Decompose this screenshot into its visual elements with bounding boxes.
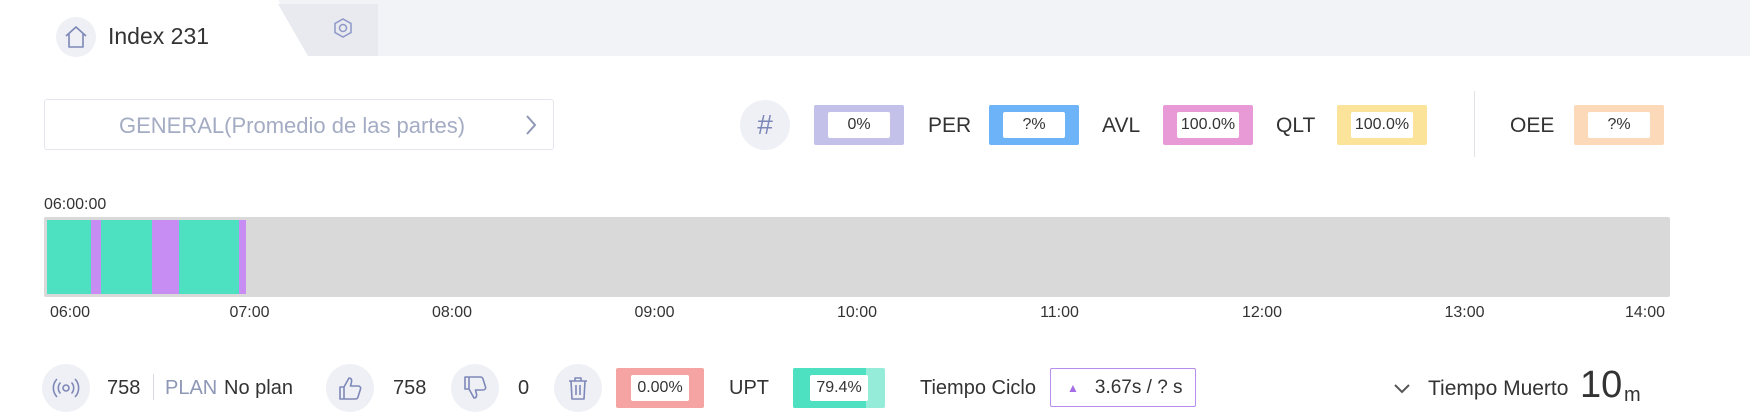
selector-label: GENERAL(Promedio de las partes) (119, 113, 466, 138)
upt-box: 79.4% (793, 368, 885, 408)
signal-icon (42, 364, 90, 412)
per-kpi-box: ?% (989, 105, 1079, 145)
plan-label: PLAN (165, 377, 218, 399)
upt-label: UPT (729, 377, 769, 399)
timeline-start-time: 06:00:00 (44, 196, 107, 213)
avl-kpi-value: 100.0% (1176, 112, 1240, 138)
chevron-right-icon (523, 113, 539, 142)
plan-value: No plan (224, 377, 293, 399)
production-timeline[interactable] (44, 217, 1670, 297)
timeline-tick-label: 09:00 (634, 304, 675, 321)
oee-label: OEE (1510, 114, 1555, 137)
timeline-tick-label: 11:00 (1040, 304, 1079, 321)
trash-icon (554, 364, 602, 412)
per-kpi-value: ?% (1003, 112, 1065, 138)
timeline-segment-stopped[interactable] (151, 220, 179, 294)
plan-divider (153, 374, 154, 400)
timeline-tick-label: 14:00 (1624, 304, 1666, 321)
scrap-rate-value: 0.00% (631, 375, 689, 401)
timeline-segment-running[interactable] (101, 220, 152, 294)
hexagon-settings-icon (332, 17, 354, 44)
produced-count: 758 (107, 377, 141, 399)
tab-bar: Index 231 (0, 0, 1750, 57)
timeline-tick-label: 07:00 (229, 304, 270, 321)
count-kpi-box: 0% (814, 105, 904, 145)
oee-kpi-box: ?% (1574, 105, 1664, 145)
timeline-segment-stopped[interactable] (239, 220, 247, 294)
kpi-divider (1474, 91, 1475, 157)
oee-kpi-value: ?% (1588, 112, 1650, 138)
timeline-segment-stopped[interactable] (90, 220, 101, 294)
scrap-rate-box: 0.00% (616, 368, 704, 408)
tab-title[interactable]: Index 231 (108, 23, 209, 50)
cycle-time-label: Tiempo Ciclo (920, 377, 1036, 399)
timeline-segment-running[interactable] (178, 220, 240, 294)
home-icon[interactable] (56, 17, 96, 57)
good-count: 758 (393, 377, 427, 399)
timeline-segment-running[interactable] (47, 220, 91, 294)
timeline-tick-label: 06:00 (49, 304, 91, 321)
avl-label: AVL (1102, 114, 1141, 137)
cycle-time-box: ▲ 3.67s / ? s (1050, 368, 1196, 407)
dead-time-label[interactable]: Tiempo Muerto (1428, 377, 1568, 401)
thumbs-up-icon (326, 364, 374, 412)
timeline-tick-label: 08:00 (431, 304, 473, 321)
triangle-up-icon: ▲ (1067, 380, 1079, 395)
chevron-down-icon[interactable] (1392, 382, 1412, 401)
thumbs-down-icon (451, 364, 499, 412)
timeline-tick-label: 12:00 (1241, 304, 1283, 321)
qlt-kpi-box: 100.0% (1337, 105, 1427, 145)
qlt-label: QLT (1276, 114, 1316, 137)
avl-kpi-box: 100.0% (1163, 105, 1253, 145)
timeline-tick-label: 13:00 (1444, 304, 1485, 321)
dead-time-value: 10 (1580, 364, 1623, 406)
hash-icon: # (740, 100, 790, 150)
cycle-time-value: 3.67s / ? s (1094, 376, 1183, 398)
part-selector[interactable]: GENERAL(Promedio de las partes) (44, 99, 554, 150)
count-kpi-value: 0% (828, 112, 890, 138)
per-label: PER (928, 114, 972, 137)
timeline-tick-label: 10:00 (836, 304, 878, 321)
bad-count: 0 (518, 377, 530, 399)
upt-value: 79.4% (810, 375, 868, 401)
dead-time-unit: m (1624, 384, 1641, 406)
qlt-kpi-value: 100.0% (1350, 112, 1414, 138)
